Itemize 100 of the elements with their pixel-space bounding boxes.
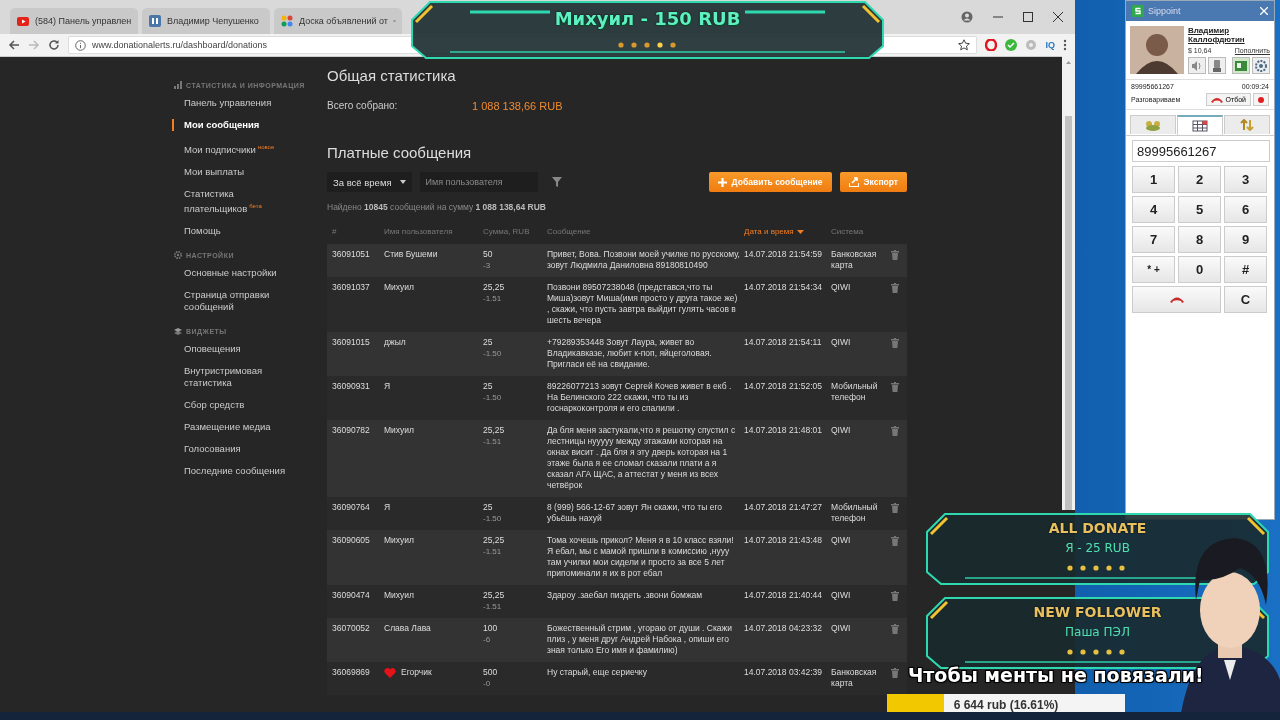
trash-icon[interactable]	[891, 668, 899, 678]
caret-icon	[399, 180, 406, 184]
browser-tab[interactable]: Владимир Чепушенко	[142, 8, 270, 34]
up-down-arrows-icon	[1239, 119, 1255, 131]
sidebar-item[interactable]: Мои выплаты	[172, 166, 292, 179]
close-icon[interactable]	[1053, 12, 1063, 22]
dial-key[interactable]: C	[1224, 286, 1267, 313]
maximize-icon[interactable]	[1023, 12, 1033, 22]
table-cell: джыл	[384, 337, 406, 348]
contacts-button[interactable]	[1232, 57, 1250, 74]
trash-icon[interactable]	[891, 250, 899, 260]
profile-icon[interactable]	[961, 11, 973, 23]
number-field[interactable]: 89995661267	[1132, 140, 1270, 162]
sidebar-item[interactable]: Последние сообщения	[172, 465, 292, 478]
period-select[interactable]: За всё время	[327, 172, 412, 192]
fee-text: -1.51	[483, 293, 502, 304]
table-cell-text: 36091015	[332, 337, 371, 349]
table-cell-text: Банковская карта	[831, 667, 878, 689]
check-icon[interactable]	[1005, 39, 1018, 51]
tab-title: Доска объявлений от	[299, 16, 388, 26]
speaker-button[interactable]	[1188, 57, 1206, 74]
column-header[interactable]: Имя пользователя	[384, 227, 483, 236]
sidebar-item[interactable]: Размещение медиа	[172, 421, 292, 434]
record-button[interactable]	[1253, 93, 1269, 106]
table-cell-text: 14.07.2018 21:54:34	[744, 282, 823, 294]
record-icon	[1258, 96, 1264, 103]
column-header[interactable]: #	[332, 227, 384, 236]
table-cell-text: 14.07.2018 21:48:01	[744, 425, 823, 437]
menu-icon[interactable]	[1063, 39, 1067, 51]
star-icon[interactable]	[958, 39, 971, 51]
gear-icon	[174, 251, 182, 260]
alert-title: ALL DONATE	[1047, 520, 1148, 536]
table-cell-text: QIWI	[831, 282, 852, 294]
amount-text: 25,25	[483, 282, 505, 293]
amount-text: 25	[483, 337, 493, 348]
dial-key[interactable]: 6	[1224, 196, 1267, 223]
browser-tab[interactable]: (584) Панель управлен	[10, 8, 138, 34]
window-title: Sippoint	[1148, 6, 1181, 16]
dial-key[interactable]: 9	[1224, 226, 1267, 253]
handset-icon	[1169, 296, 1184, 303]
dial-key[interactable]: 7	[1132, 226, 1175, 253]
dial-key[interactable]: 2	[1178, 166, 1221, 193]
handset-button[interactable]	[1208, 57, 1226, 74]
column-header[interactable]: Сообщение	[547, 227, 744, 236]
table-cell-text: QIWI	[831, 535, 852, 547]
sidebar-item[interactable]: Помощь	[172, 225, 292, 238]
trash-icon[interactable]	[891, 338, 899, 348]
sidebar-item[interactable]: Мои подписчики $^{новое}$	[172, 141, 292, 157]
sidebar-item[interactable]: Голосования	[172, 443, 292, 456]
trash-icon[interactable]	[891, 624, 899, 634]
column-header[interactable]: Сумма, RUB	[483, 227, 547, 236]
opera-icon[interactable]	[985, 39, 998, 51]
table-cell-text: 14.07.2018 04:23:32	[744, 623, 823, 635]
table-cell-text: 14.07.2018 21:43:48	[744, 535, 823, 547]
dial-key[interactable]: 5	[1178, 196, 1221, 223]
dial-key[interactable]: 0	[1178, 256, 1221, 283]
table-cell-text: 14.07.2018 21:54:59	[744, 249, 823, 261]
trash-icon[interactable]	[891, 503, 899, 513]
filter-icon[interactable]	[551, 177, 562, 187]
dial-key[interactable]: * +	[1132, 256, 1175, 283]
dial-key[interactable]: 1	[1132, 166, 1175, 193]
sidebar-item[interactable]: Основные настройки	[172, 267, 292, 280]
contact-name-link[interactable]: Владимир Каллофдютин	[1188, 26, 1270, 44]
phone-handset-icon	[1210, 58, 1224, 73]
table-cell: Слава Лава	[384, 623, 431, 634]
trash-icon[interactable]	[891, 382, 899, 392]
dial-key[interactable]: 8	[1178, 226, 1221, 253]
sidebar-item[interactable]: Панель управления	[172, 97, 292, 109]
trash-icon[interactable]	[891, 283, 899, 293]
browser-tab[interactable]: Доска объявлений от	[274, 8, 402, 34]
site-icon	[16, 14, 30, 28]
dial-key[interactable]: 4	[1132, 196, 1175, 223]
trash-icon[interactable]	[891, 536, 899, 546]
sidebar-item[interactable]: Страница отправки сообщений	[172, 289, 292, 314]
dial-key[interactable]: #	[1224, 256, 1267, 283]
back-icon[interactable]	[8, 39, 20, 51]
sidebar-item[interactable]: Сбор средств	[172, 399, 292, 412]
settings-button[interactable]	[1252, 57, 1270, 74]
tab-title: (584) Панель управлен	[35, 16, 132, 26]
sidebar-item[interactable]: Мои сообщения	[172, 119, 292, 131]
table-cell: Егорчик	[401, 667, 432, 678]
extension-button[interactable]: IQ	[1045, 40, 1055, 50]
table-cell-text: Банковская карта	[831, 249, 878, 271]
phone-tab[interactable]	[1177, 115, 1223, 135]
trash-icon[interactable]	[891, 591, 899, 601]
column-header[interactable]: Дата и время	[744, 227, 831, 236]
table-cell-text: 36069869	[332, 667, 371, 679]
sidebar-item[interactable]: Внутристримовая статистика	[172, 365, 292, 390]
dial-key[interactable]: 3	[1224, 166, 1267, 193]
table-cell-text: 36090764	[332, 502, 371, 514]
site-icon	[148, 14, 162, 28]
fee-text: -0	[483, 678, 491, 689]
username-field[interactable]: Имя пользователя	[419, 172, 538, 192]
sidebar-item[interactable]: Статистика плательщиков $^{бета}$	[172, 188, 292, 216]
bar-chart-icon	[174, 81, 182, 89]
reload-icon[interactable]	[48, 39, 60, 51]
trash-icon[interactable]	[891, 426, 899, 436]
scrollbar[interactable]	[1062, 56, 1075, 510]
dialpad-icon	[1192, 120, 1208, 132]
sidebar-item[interactable]: Оповещения	[172, 343, 292, 356]
